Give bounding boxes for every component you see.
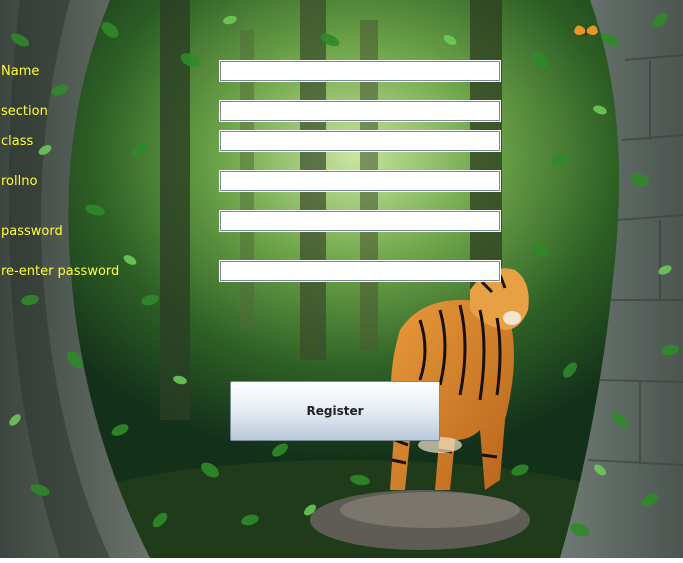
password-input[interactable]: [219, 210, 501, 232]
rollno-label: rollno: [1, 174, 38, 189]
registration-window: Name section class rollno password re-en…: [0, 0, 683, 563]
class-input[interactable]: [219, 130, 501, 152]
section-input[interactable]: [219, 100, 501, 122]
password-label: password: [1, 224, 63, 239]
reenter-password-label: re-enter password: [1, 264, 120, 279]
name-input[interactable]: [219, 60, 501, 82]
class-label: class: [1, 134, 34, 149]
rollno-input[interactable]: [219, 170, 501, 192]
name-label: Name: [1, 64, 40, 79]
register-button[interactable]: Register: [230, 381, 440, 441]
window-bottom-border: [0, 558, 683, 563]
section-label: section: [1, 104, 48, 119]
reenter-password-input[interactable]: [219, 260, 501, 282]
